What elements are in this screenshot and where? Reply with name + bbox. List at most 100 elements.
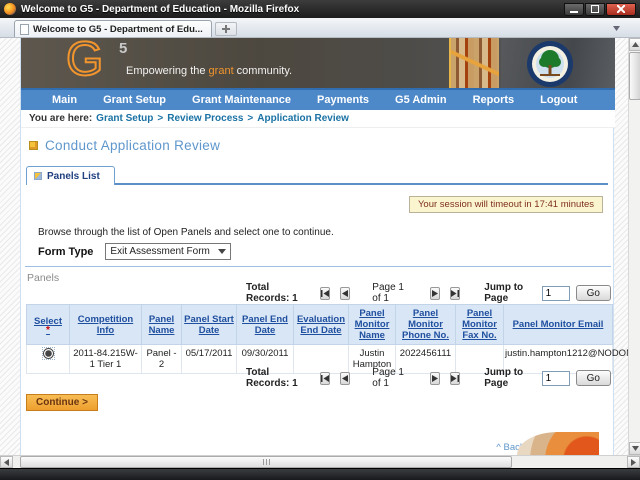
nav-g5-admin[interactable]: G5 Admin bbox=[382, 94, 460, 106]
tab-panels-list[interactable]: Panels List bbox=[26, 166, 115, 185]
go-button[interactable]: Go bbox=[576, 370, 611, 386]
cell-competition-info: 2011-84.215W-1 Tier 1 bbox=[70, 345, 142, 374]
header-monitor-email[interactable]: Panel Monitor Email bbox=[504, 305, 613, 345]
g5-banner: G 5 Empowering the grant community. bbox=[21, 38, 615, 88]
next-page-button[interactable] bbox=[430, 372, 440, 385]
arrow-up-icon bbox=[632, 42, 639, 47]
new-tab-button[interactable] bbox=[215, 22, 237, 36]
header-select: Select* bbox=[27, 305, 70, 345]
header-panel-start-date[interactable]: Panel Start Date bbox=[182, 305, 237, 345]
chevron-down-icon bbox=[613, 26, 620, 31]
panels-section-label: Panels bbox=[27, 272, 59, 284]
cell-panel-start-date: 05/17/2011 bbox=[182, 345, 237, 374]
next-page-icon bbox=[432, 375, 438, 382]
go-button[interactable]: Go bbox=[576, 285, 611, 301]
first-page-icon bbox=[321, 290, 329, 297]
firefox-icon bbox=[4, 3, 16, 15]
page-content: G 5 Empowering the grant community. bbox=[20, 38, 614, 455]
firefox-window: Welcome to G5 - Department of Education … bbox=[0, 0, 640, 480]
list-all-tabs-button[interactable] bbox=[608, 22, 624, 34]
minimize-icon[interactable] bbox=[564, 3, 584, 16]
jump-to-page-label: Jump to Page bbox=[484, 282, 529, 304]
page-margin-left bbox=[0, 38, 20, 455]
department-of-education-seal bbox=[526, 40, 574, 88]
first-page-button[interactable] bbox=[320, 372, 330, 385]
pagination-top: Total Records: 1 Page 1 of 1 Jump to Pag… bbox=[246, 285, 611, 301]
nav-reports[interactable]: Reports bbox=[460, 94, 528, 106]
nav-grant-maintenance[interactable]: Grant Maintenance bbox=[179, 94, 304, 106]
scroll-up-button[interactable] bbox=[629, 38, 640, 51]
header-evaluation-end-date[interactable]: Evaluation End Date bbox=[294, 305, 349, 345]
vertical-scroll-thumb[interactable] bbox=[629, 52, 640, 100]
browser-tab[interactable]: Welcome to G5 - Department of Edu... bbox=[14, 20, 212, 37]
next-page-button[interactable] bbox=[430, 287, 440, 300]
section-divider bbox=[25, 266, 611, 267]
horizontal-scroll-thumb[interactable] bbox=[20, 456, 512, 468]
header-monitor-phone[interactable]: Panel Monitor Phone No. bbox=[396, 305, 456, 345]
tab-panels-list-label: Panels List bbox=[47, 171, 100, 182]
cell-panel-name: Panel - 2 bbox=[142, 345, 182, 374]
breadcrumb-review-process[interactable]: Review Process bbox=[167, 113, 243, 124]
pagination-bottom: Total Records: 1 Page 1 of 1 Jump to Pag… bbox=[246, 370, 611, 386]
tagline-post: community. bbox=[234, 65, 292, 77]
breadcrumb-application-review[interactable]: Application Review bbox=[257, 113, 349, 124]
last-page-icon bbox=[451, 375, 459, 382]
bullet-icon bbox=[29, 141, 38, 150]
previous-page-button[interactable] bbox=[340, 372, 350, 385]
required-marker: * bbox=[28, 327, 68, 333]
page-title: Conduct Application Review bbox=[45, 138, 220, 153]
scroll-down-button[interactable] bbox=[629, 442, 640, 455]
page-status: Page 1 of 1 bbox=[372, 282, 407, 304]
panels-table: Select* Competition Info Panel Name Pane… bbox=[26, 304, 613, 374]
jump-to-page-input[interactable] bbox=[542, 286, 570, 301]
header-panel-end-date[interactable]: Panel End Date bbox=[237, 305, 294, 345]
header-monitor-fax[interactable]: Panel Monitor Fax No. bbox=[456, 305, 504, 345]
next-page-icon bbox=[432, 290, 438, 297]
plus-icon bbox=[222, 25, 230, 33]
breadcrumb-prefix: You are here: bbox=[29, 113, 92, 124]
form-type-value: Exit Assessment Form bbox=[110, 246, 209, 257]
first-page-button[interactable] bbox=[320, 287, 330, 300]
cell-select bbox=[27, 345, 70, 374]
form-type-row: Form Type Exit Assessment Form bbox=[38, 243, 231, 260]
scroll-left-button[interactable] bbox=[0, 456, 13, 468]
status-bar bbox=[0, 468, 640, 480]
horizontal-scrollbar[interactable] bbox=[0, 455, 640, 468]
header-monitor-name[interactable]: Panel Monitor Name bbox=[349, 305, 396, 345]
nav-main[interactable]: Main bbox=[39, 94, 90, 106]
total-records-label: Total Records: 1 bbox=[246, 282, 300, 304]
form-type-select[interactable]: Exit Assessment Form bbox=[105, 243, 230, 260]
previous-page-icon bbox=[342, 375, 348, 382]
breadcrumb-separator: > bbox=[157, 113, 163, 124]
continue-button[interactable]: Continue > bbox=[26, 394, 98, 411]
table-header-row: Select* Competition Info Panel Name Pane… bbox=[27, 305, 613, 345]
window-titlebar: Welcome to G5 - Department of Education … bbox=[0, 0, 640, 18]
first-page-icon bbox=[321, 375, 329, 382]
maximize-icon[interactable] bbox=[585, 3, 605, 16]
nav-payments[interactable]: Payments bbox=[304, 94, 382, 106]
last-page-button[interactable] bbox=[450, 372, 460, 385]
page-icon bbox=[20, 24, 29, 35]
last-page-icon bbox=[451, 290, 459, 297]
dropdown-arrow-icon bbox=[218, 249, 226, 254]
header-panel-name[interactable]: Panel Name bbox=[142, 305, 182, 345]
nav-logout[interactable]: Logout bbox=[527, 94, 590, 106]
header-competition-info[interactable]: Competition Info bbox=[70, 305, 142, 345]
main-navigation: Main Grant Setup Grant Maintenance Payme… bbox=[21, 88, 615, 110]
close-icon[interactable] bbox=[606, 3, 636, 16]
classroom-corner-image bbox=[517, 432, 599, 455]
previous-page-icon bbox=[342, 290, 348, 297]
last-page-button[interactable] bbox=[450, 287, 460, 300]
jump-to-page-label: Jump to Page bbox=[484, 367, 529, 389]
page-title-row: Conduct Application Review bbox=[29, 138, 220, 153]
breadcrumb-grant-setup[interactable]: Grant Setup bbox=[96, 113, 153, 124]
jump-to-page-input[interactable] bbox=[542, 371, 570, 386]
previous-page-button[interactable] bbox=[340, 287, 350, 300]
panel-select-radio[interactable] bbox=[43, 348, 54, 359]
form-type-label: Form Type bbox=[38, 246, 93, 258]
page-status: Page 1 of 1 bbox=[372, 367, 407, 389]
scroll-right-button[interactable] bbox=[627, 456, 640, 468]
vertical-scrollbar[interactable] bbox=[628, 38, 640, 455]
nav-grant-setup[interactable]: Grant Setup bbox=[90, 94, 179, 106]
session-timeout-notice: Your session will timeout in 17:41 minut… bbox=[409, 196, 603, 213]
